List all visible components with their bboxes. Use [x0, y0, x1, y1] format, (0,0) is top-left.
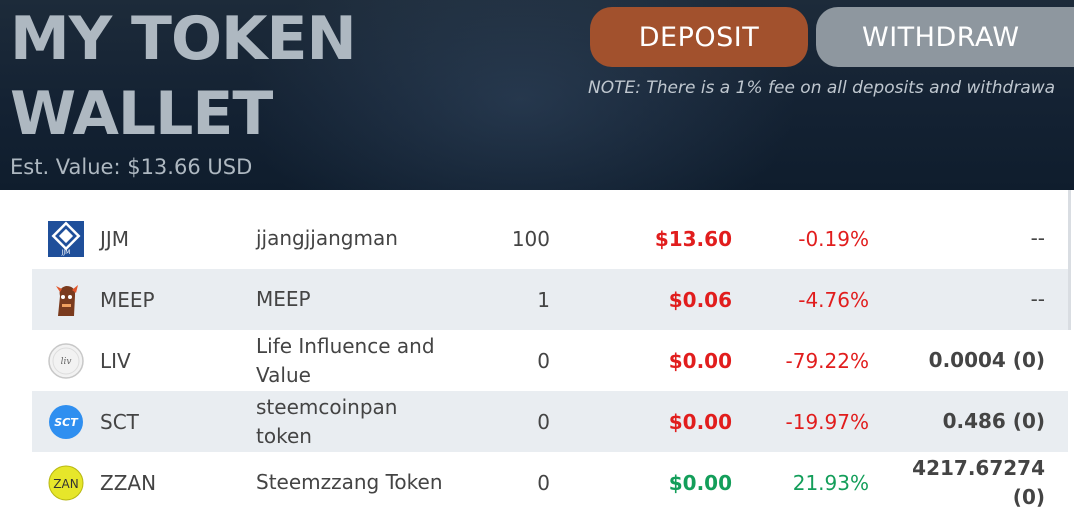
estimated-value: Est. Value: $13.66 USD — [10, 155, 253, 179]
token-price: $0.00 — [668, 348, 732, 373]
liv-logo-icon: liv — [48, 342, 84, 379]
wallet-header: MY TOKEN WALLET Est. Value: $13.66 USD D… — [0, 0, 1074, 190]
token-icon-cell: ZAN — [48, 452, 84, 513]
token-change: -19.97% — [785, 409, 869, 434]
token-change: 21.93% — [792, 470, 869, 495]
token-staked: 0.486 (0) — [942, 409, 1045, 433]
jjm-logo-icon: JJM — [48, 220, 84, 257]
token-balance: 0 — [537, 470, 550, 495]
token-staked: 4217.67274 (0) — [912, 455, 1045, 509]
token-symbol: SCT — [100, 409, 139, 434]
token-price: $0.00 — [668, 470, 732, 495]
token-staked: -- — [1030, 287, 1045, 311]
scroll-edge — [1068, 190, 1071, 330]
token-symbol: JJM — [100, 226, 130, 251]
token-name: steemcoinpan token — [256, 394, 398, 448]
token-icon-cell: liv — [48, 330, 84, 391]
token-balance: 100 — [511, 226, 550, 251]
token-symbol: LIV — [100, 348, 131, 373]
token-name: MEEP — [256, 287, 311, 311]
liv-logo-text: liv — [61, 357, 72, 367]
page-title: MY TOKEN WALLET — [10, 2, 450, 152]
token-row-meep[interactable]: MEEP MEEP 1 $0.06 -4.76% -- — [32, 269, 1068, 330]
withdraw-button[interactable]: WITHDRAW — [816, 7, 1074, 67]
meep-logo-icon — [48, 282, 84, 318]
token-icon-cell — [48, 269, 84, 330]
token-staked: -- — [1030, 226, 1045, 250]
token-name: jjangjjangman — [256, 226, 398, 250]
title-line-1: MY TOKEN — [10, 4, 357, 74]
token-row-jjm[interactable]: JJM JJM jjangjjangman 100 $13.60 -0.19% … — [32, 208, 1068, 269]
token-name: Life Influence and Value — [256, 333, 435, 387]
token-balance: 0 — [537, 409, 550, 434]
token-staked: 0.0004 (0) — [928, 348, 1045, 372]
fee-note: NOTE: There is a 1% fee on all deposits … — [588, 78, 1056, 98]
token-balance: 1 — [537, 287, 550, 312]
token-price: $0.00 — [668, 409, 732, 434]
token-row-liv[interactable]: liv LIV Life Influence and Value 0 $0.00… — [32, 330, 1068, 391]
token-change: -4.76% — [798, 287, 869, 312]
token-balance: 0 — [537, 348, 550, 373]
zzan-logo-text: ZAN — [53, 477, 78, 491]
token-icon-cell: JJM — [48, 208, 84, 269]
token-symbol: MEEP — [100, 287, 155, 312]
title-line-2: WALLET — [10, 79, 273, 149]
token-change: -0.19% — [798, 226, 869, 251]
jjm-logo-text: JJM — [61, 249, 71, 256]
zzan-logo-icon: ZAN — [48, 465, 84, 501]
token-price: $0.06 — [668, 287, 732, 312]
sct-logo-icon: SCT — [48, 404, 84, 440]
token-price: $13.60 — [654, 226, 732, 251]
token-name: Steemzzang Token — [256, 470, 443, 494]
token-icon-cell: SCT — [48, 391, 84, 452]
token-row-zzan[interactable]: ZAN ZZAN Steemzzang Token 0 $0.00 21.93%… — [32, 452, 1068, 513]
token-symbol: ZZAN — [100, 470, 157, 495]
token-row-sct[interactable]: SCT SCT steemcoinpan token 0 $0.00 -19.9… — [32, 391, 1068, 452]
token-change: -79.22% — [785, 348, 869, 373]
deposit-button[interactable]: DEPOSIT — [590, 7, 808, 67]
sct-logo-text: SCT — [54, 416, 79, 429]
